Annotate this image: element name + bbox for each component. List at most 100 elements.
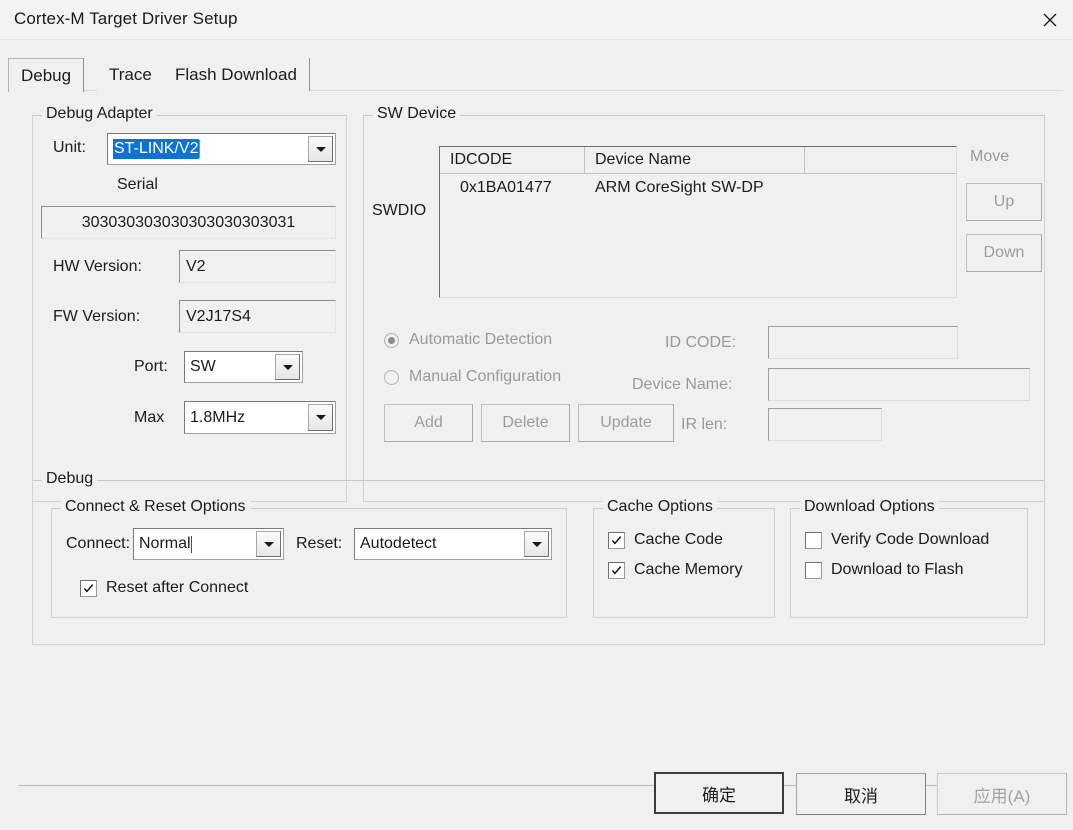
table-row[interactable]: 0x1BA01477 ARM CoreSight SW-DP bbox=[440, 174, 956, 202]
column-header-device-name[interactable]: Device Name bbox=[585, 147, 805, 173]
radio-unselected-icon bbox=[384, 369, 399, 385]
cache-options-group-label: Cache Options bbox=[603, 498, 717, 516]
tab-flash-download-label: Flash Download bbox=[175, 64, 297, 84]
update-button[interactable]: Update bbox=[578, 404, 674, 442]
column-header-spacer[interactable] bbox=[805, 147, 956, 173]
sw-device-group-label: SW Device bbox=[373, 105, 461, 123]
reset-combo[interactable]: Autodetect bbox=[354, 528, 552, 560]
reset-after-connect-label: Reset after Connect bbox=[106, 579, 249, 596]
debug-adapter-group: Debug Adapter Unit: ST-LINK/V2 Serial 30… bbox=[32, 105, 347, 502]
cell-device-name: ARM CoreSight SW-DP bbox=[595, 179, 764, 196]
unit-combo-value: ST-LINK/V2 bbox=[113, 139, 200, 159]
sw-device-group: SW Device SWDIO IDCODE Device Name 0x1BA… bbox=[363, 105, 1045, 502]
manual-configuration-label: Manual Configuration bbox=[409, 368, 562, 385]
chevron-down-icon bbox=[315, 415, 326, 420]
move-down-label: Down bbox=[983, 244, 1025, 261]
debug-adapter-group-label: Debug Adapter bbox=[42, 105, 157, 123]
chevron-down-icon bbox=[315, 146, 326, 152]
port-combo-arrow[interactable] bbox=[275, 354, 300, 380]
ok-label: 确定 bbox=[702, 785, 736, 805]
connect-text-caret bbox=[190, 535, 192, 553]
tab-trace[interactable]: Trace bbox=[97, 58, 165, 91]
unit-combo-arrow[interactable] bbox=[308, 136, 333, 162]
reset-combo-arrow[interactable] bbox=[524, 531, 549, 557]
cancel-button[interactable]: 取消 bbox=[796, 773, 926, 815]
add-button[interactable]: Add bbox=[384, 404, 473, 442]
checkbox-checked-icon bbox=[80, 579, 97, 597]
chevron-down-icon bbox=[531, 541, 542, 547]
sw-device-list[interactable]: IDCODE Device Name 0x1BA01477 ARM CoreSi… bbox=[439, 146, 957, 298]
connect-reset-options-group-label: Connect & Reset Options bbox=[61, 498, 250, 516]
delete-label: Delete bbox=[502, 414, 549, 431]
automatic-detection-label: Automatic Detection bbox=[409, 331, 553, 348]
fw-version-label: FW Version: bbox=[53, 308, 141, 325]
move-up-button[interactable]: Up bbox=[966, 183, 1042, 221]
delete-button[interactable]: Delete bbox=[481, 404, 570, 442]
fw-version-field: V2J17S4 bbox=[179, 300, 336, 333]
download-options-group: Download Options Verify Code Download Do… bbox=[790, 498, 1028, 618]
serial-label: Serial bbox=[117, 176, 158, 193]
connect-reset-options-group: Connect & Reset Options Connect: Normal … bbox=[51, 498, 567, 618]
check-icon bbox=[611, 565, 622, 575]
connect-label: Connect: bbox=[66, 535, 131, 552]
window-title: Cortex-M Target Driver Setup bbox=[14, 9, 238, 28]
debug-group-label: Debug bbox=[42, 470, 98, 488]
download-options-group-label: Download Options bbox=[800, 498, 939, 516]
checkbox-unchecked-icon bbox=[805, 531, 822, 549]
connect-combo[interactable]: Normal bbox=[133, 528, 284, 560]
update-label: Update bbox=[600, 414, 652, 431]
tab-debug[interactable]: Debug bbox=[8, 58, 85, 92]
cache-options-group: Cache Options Cache Code Cache Memory bbox=[593, 498, 775, 618]
connect-combo-arrow[interactable] bbox=[256, 531, 281, 557]
max-combo-arrow[interactable] bbox=[308, 404, 333, 431]
tab-trace-label: Trace bbox=[109, 64, 152, 84]
hw-version-value: V2 bbox=[186, 257, 206, 275]
max-label: Max bbox=[134, 409, 165, 426]
download-to-flash-label: Download to Flash bbox=[831, 561, 964, 578]
chevron-down-icon bbox=[282, 364, 293, 370]
automatic-detection-radio[interactable]: Automatic Detection bbox=[384, 331, 552, 349]
cache-memory-label: Cache Memory bbox=[634, 561, 743, 578]
ir-len-field[interactable] bbox=[768, 408, 882, 441]
id-code-label: ID CODE: bbox=[665, 334, 737, 351]
move-up-label: Up bbox=[993, 193, 1015, 210]
apply-button[interactable]: 应用(A) bbox=[937, 773, 1067, 815]
manual-configuration-radio[interactable]: Manual Configuration bbox=[384, 368, 561, 386]
cancel-label: 取消 bbox=[844, 786, 878, 806]
column-header-idcode[interactable]: IDCODE bbox=[440, 147, 585, 173]
ok-button[interactable]: 确定 bbox=[654, 772, 784, 814]
port-combo[interactable]: SW bbox=[184, 351, 303, 383]
reset-combo-value: Autodetect bbox=[360, 535, 437, 552]
swdio-label: SWDIO bbox=[372, 202, 427, 219]
max-combo[interactable]: 1.8MHz bbox=[184, 401, 336, 434]
checkbox-unchecked-icon bbox=[805, 561, 822, 579]
chevron-down-icon bbox=[263, 541, 274, 547]
tab-strip: Debug Trace Flash Download bbox=[8, 58, 1063, 92]
device-name-field[interactable] bbox=[768, 368, 1030, 401]
close-icon bbox=[1043, 13, 1056, 27]
download-to-flash-checkbox[interactable]: Download to Flash bbox=[805, 561, 964, 579]
cache-memory-checkbox[interactable]: Cache Memory bbox=[608, 561, 742, 579]
move-label: Move bbox=[970, 148, 1010, 165]
unit-label: Unit: bbox=[53, 139, 86, 156]
serial-value: 303030303030303030303031 bbox=[81, 213, 296, 231]
move-down-button[interactable]: Down bbox=[966, 234, 1042, 272]
cache-code-checkbox[interactable]: Cache Code bbox=[608, 531, 723, 549]
port-label: Port: bbox=[134, 358, 168, 375]
unit-text-caret bbox=[199, 140, 201, 158]
close-button[interactable] bbox=[1026, 0, 1073, 40]
check-icon bbox=[611, 535, 622, 545]
dialog-body: Debug Trace Flash Download Debug Adapter… bbox=[0, 40, 1073, 830]
window-titlebar: Cortex-M Target Driver Setup bbox=[0, 0, 1073, 40]
cell-idcode: 0x1BA01477 bbox=[460, 179, 552, 196]
id-code-field[interactable] bbox=[768, 326, 958, 359]
verify-code-download-checkbox[interactable]: Verify Code Download bbox=[805, 531, 989, 549]
radio-selected-icon bbox=[384, 332, 399, 348]
tab-flash-download[interactable]: Flash Download bbox=[163, 58, 310, 91]
unit-combo[interactable]: ST-LINK/V2 bbox=[107, 133, 336, 165]
device-name-label: Device Name: bbox=[632, 376, 733, 393]
reset-after-connect-checkbox[interactable]: Reset after Connect bbox=[80, 579, 248, 597]
apply-label: 应用(A) bbox=[973, 786, 1031, 806]
fw-version-value: V2J17S4 bbox=[186, 307, 251, 325]
check-icon bbox=[83, 583, 94, 593]
